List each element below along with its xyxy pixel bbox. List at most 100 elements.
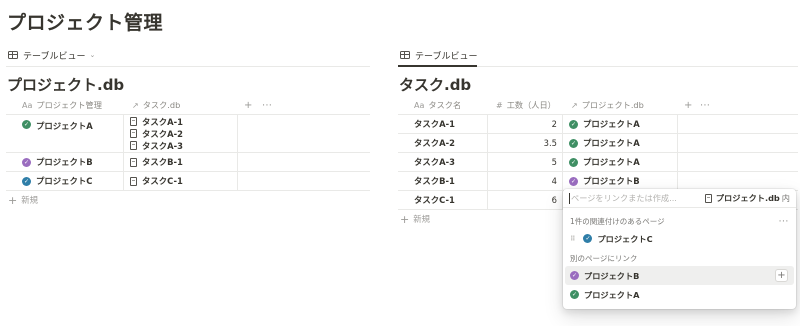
relation-cell[interactable]: タスクB-1 xyxy=(124,153,238,171)
empty-cell xyxy=(678,134,794,152)
effort-cell[interactable]: 3.5 xyxy=(488,134,563,152)
status-check-icon: ✓ xyxy=(569,138,578,148)
task-name: タスクA-2 xyxy=(414,138,455,148)
empty-cell xyxy=(238,115,363,152)
status-check-icon: ✓ xyxy=(569,157,578,167)
name-cell[interactable]: ✓ プロジェクトA xyxy=(6,115,124,152)
page-icon xyxy=(130,129,137,138)
column-header-relation[interactable]: ↗ タスク.db xyxy=(124,96,238,114)
task-name: タスクC-1 xyxy=(414,195,455,205)
table-header: Aa プロジェクト管理 ↗ タスク.db + ⋯ xyxy=(6,96,370,115)
relation-cell[interactable]: ✓ プロジェクトA xyxy=(563,115,678,133)
name-cell[interactable]: ✓ プロジェクトB xyxy=(6,153,124,171)
relation-list: タスクA-1 タスクA-2 タスクA-3 xyxy=(130,116,183,152)
relation-cell[interactable]: ✓ プロジェクトB xyxy=(563,172,678,190)
page-title: プロジェクト管理 xyxy=(7,12,164,34)
table-icon xyxy=(400,51,410,59)
relation-label: プロジェクトA xyxy=(583,157,640,167)
table-row[interactable]: タスクA-2 3.5 ✓ プロジェクトA xyxy=(398,134,798,153)
db-title: タスク.db xyxy=(399,76,472,94)
relation-label: プロジェクトA xyxy=(583,119,640,129)
linked-page-option[interactable]: ⠿ ✓ プロジェクトC xyxy=(563,229,796,248)
status-check-icon: ✓ xyxy=(22,157,31,167)
option-label: プロジェクトB xyxy=(584,270,640,281)
link-page-option[interactable]: ✓ プロジェクトA xyxy=(563,285,796,304)
chevron-down-icon[interactable]: ⌄ xyxy=(89,51,95,59)
new-row-button[interactable]: + 新規 xyxy=(6,191,370,209)
relation-label: タスクB-1 xyxy=(142,157,183,167)
effort-cell[interactable]: 6 xyxy=(488,191,563,209)
relation-chip[interactable]: タスクB-1 xyxy=(130,156,183,168)
page-icon xyxy=(130,141,137,150)
relation-cell[interactable]: タスクC-1 xyxy=(124,172,238,190)
empty-cell xyxy=(678,115,794,133)
table-body: ✓ プロジェクトA タスクA-1 タスクA-2 タスクA-3 ✓ プロジェクトB タスクB-1… xyxy=(6,115,370,191)
status-check-icon: ✓ xyxy=(570,290,579,299)
relation-label: プロジェクトA xyxy=(583,138,640,148)
table-header: Aa タスク名 # 工数（人日） ↗ プロジェクト.db + ⋯ xyxy=(398,96,798,115)
text-property-icon: Aa xyxy=(22,100,33,110)
name-cell[interactable]: タスクA-1 xyxy=(398,115,488,133)
name-cell[interactable]: ✓ プロジェクトC xyxy=(6,172,124,190)
table-row[interactable]: ✓ プロジェクトA タスクA-1 タスクA-2 タスクA-3 xyxy=(6,115,370,153)
project-name: プロジェクトB xyxy=(36,157,93,167)
view-divider xyxy=(398,65,798,67)
linked-pages-list: ⠿ ✓ プロジェクトC xyxy=(563,229,796,248)
relation-chip[interactable]: タスクA-3 xyxy=(130,140,183,152)
effort-cell[interactable]: 5 xyxy=(488,153,563,171)
relation-label: プロジェクトB xyxy=(583,176,640,186)
table-row[interactable]: ✓ プロジェクトB タスクB-1 xyxy=(6,153,370,172)
more-options-icon[interactable]: ⋯ xyxy=(779,216,790,227)
view-divider xyxy=(6,66,370,67)
column-header-effort[interactable]: # 工数（人日） xyxy=(488,96,563,114)
text-caret xyxy=(569,192,570,204)
page-icon xyxy=(130,117,137,126)
link-page-search-input[interactable] xyxy=(571,193,705,203)
table-row[interactable]: ✓ プロジェクトC タスクC-1 xyxy=(6,172,370,191)
view-tab-table[interactable]: テーブルビュー xyxy=(398,44,798,66)
task-name: タスクA-3 xyxy=(414,157,455,167)
page-icon xyxy=(704,193,712,203)
option-label: プロジェクトA xyxy=(584,289,640,300)
add-relation-plus-icon[interactable]: + xyxy=(775,269,788,282)
more-options-icon[interactable]: ⋯ xyxy=(698,96,728,114)
name-cell[interactable]: タスクB-1 xyxy=(398,172,488,190)
project-name: プロジェクトC xyxy=(36,176,93,186)
project-name: プロジェクトA xyxy=(36,121,93,131)
relation-chip[interactable]: タスクC-1 xyxy=(130,175,183,187)
view-tab-table[interactable]: テーブルビュー ⌄ xyxy=(6,44,370,66)
column-header-name[interactable]: Aa プロジェクト管理 xyxy=(6,96,124,114)
more-options-icon[interactable]: ⋯ xyxy=(260,96,290,114)
effort-value: 5 xyxy=(551,157,557,167)
name-cell[interactable]: タスクC-1 xyxy=(398,191,488,209)
status-check-icon: ✓ xyxy=(569,119,578,129)
relation-cell[interactable]: ✓ プロジェクトA xyxy=(563,153,678,171)
effort-cell[interactable]: 4 xyxy=(488,172,563,190)
add-property-icon[interactable]: + xyxy=(238,96,260,114)
relation-cell[interactable]: ✓ プロジェクトA xyxy=(563,134,678,152)
table-row[interactable]: タスクA-1 2 ✓ プロジェクトA xyxy=(398,115,798,134)
column-header-name[interactable]: Aa タスク名 xyxy=(398,96,488,114)
name-cell[interactable]: タスクA-2 xyxy=(398,134,488,152)
column-header-relation[interactable]: ↗ プロジェクト.db xyxy=(563,96,678,114)
effort-cell[interactable]: 2 xyxy=(488,115,563,133)
relation-picker-popup: プロジェクト.db 内 1件の関連付けのあるページ ⋯ ⠿ ✓ プロジェクトC 別の… xyxy=(563,189,796,309)
plus-icon: + xyxy=(8,193,18,207)
effort-value: 2 xyxy=(551,119,557,129)
project-table: Aa プロジェクト管理 ↗ タスク.db + ⋯ ✓ プロジェクトA タスクA-1 タ… xyxy=(6,96,370,209)
relation-chip[interactable]: タスクA-2 xyxy=(130,128,183,140)
relation-cell[interactable]: タスクA-1 タスクA-2 タスクA-3 xyxy=(124,115,238,152)
popup-search-bar: プロジェクト.db 内 xyxy=(563,189,796,208)
drag-handle-icon[interactable]: ⠿ xyxy=(570,235,576,243)
status-check-icon: ✓ xyxy=(583,234,593,243)
table-icon xyxy=(8,51,18,59)
table-row[interactable]: タスクA-3 5 ✓ プロジェクトA xyxy=(398,153,798,172)
relation-chip[interactable]: タスクA-1 xyxy=(130,116,183,128)
page-icon xyxy=(130,157,137,167)
relation-arrow-icon: ↗ xyxy=(571,100,578,110)
link-page-option[interactable]: ✓ プロジェクトB + xyxy=(565,266,794,285)
other-section-header: 別のページにリンク xyxy=(570,253,638,263)
name-cell[interactable]: タスクA-3 xyxy=(398,153,488,171)
database-scope-selector[interactable]: プロジェクト.db 内 xyxy=(704,192,790,204)
add-property-icon[interactable]: + xyxy=(678,96,698,114)
